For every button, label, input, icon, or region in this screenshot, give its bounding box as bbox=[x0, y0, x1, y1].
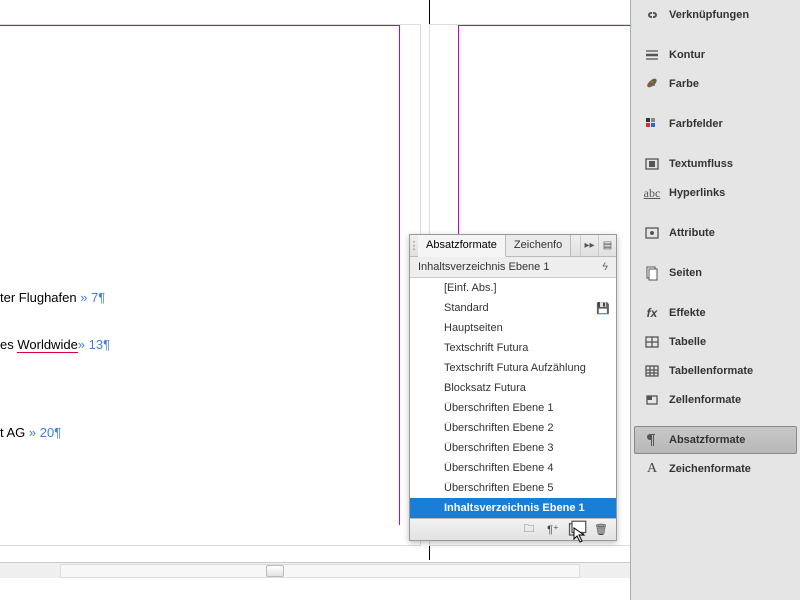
tablefmt-icon bbox=[643, 363, 661, 379]
dock-item-label: Attribute bbox=[669, 227, 715, 239]
style-label: Überschriften Ebene 3 bbox=[444, 442, 610, 454]
current-style-label: Inhaltsverzeichnis Ebene 1 bbox=[418, 261, 549, 273]
style-row[interactable]: Inhaltsverzeichnis Ebene 1 bbox=[410, 498, 616, 518]
dock-item-label: Seiten bbox=[669, 267, 702, 279]
fx-icon: fx bbox=[643, 305, 661, 321]
dock-item-links[interactable]: Verknüpfungen bbox=[634, 1, 797, 29]
style-row[interactable]: Textschrift Futura Aufzählung bbox=[410, 358, 616, 378]
color-icon bbox=[643, 76, 661, 92]
para-icon bbox=[643, 432, 661, 448]
tab-absatzformate[interactable]: Absatzformate bbox=[418, 235, 506, 257]
dock-item-swatches[interactable]: Farbfelder bbox=[634, 110, 797, 138]
current-style-row: Inhaltsverzeichnis Ebene 1 ϟ bbox=[410, 257, 616, 278]
style-row[interactable]: Standard💾 bbox=[410, 298, 616, 318]
dock-item-fx[interactable]: fx Effekte bbox=[634, 299, 797, 327]
toc-line: ter Flughafen » 7¶ bbox=[0, 290, 105, 307]
collapse-icon[interactable]: ▸▸ bbox=[580, 235, 598, 256]
dock-item-label: Effekte bbox=[669, 307, 706, 319]
style-label: Überschriften Ebene 2 bbox=[444, 422, 610, 434]
dock-item-tablefmt[interactable]: Tabellenformate bbox=[634, 357, 797, 385]
style-row[interactable]: Überschriften Ebene 3 bbox=[410, 438, 616, 458]
panel-dock: Verknüpfungen Kontur Farbe Farbfelder Textum… bbox=[630, 0, 800, 600]
page-left bbox=[0, 25, 420, 545]
dock-item-wrap[interactable]: Textumfluss bbox=[634, 150, 797, 178]
cellfmt-icon bbox=[643, 392, 661, 408]
dock-item-label: Tabellenformate bbox=[669, 365, 753, 377]
dock-item-label: Farbe bbox=[669, 78, 699, 90]
style-row[interactable]: Blocksatz Futura bbox=[410, 378, 616, 398]
dock-item-hyperlink[interactable]: abc Hyperlinks bbox=[634, 179, 797, 207]
toc-line: es Worldwide» 13¶ bbox=[0, 337, 110, 354]
style-label: Inhaltsverzeichnis Ebene 1 bbox=[444, 502, 610, 514]
dock-item-label: Zellenformate bbox=[669, 394, 741, 406]
scroll-thumb[interactable] bbox=[266, 565, 284, 577]
panel-header[interactable]: ⋮ Absatzformate Zeichenfo ▸▸ ▤ bbox=[410, 235, 616, 257]
hyperlink-icon: abc bbox=[643, 185, 661, 201]
horizontal-scrollbar[interactable] bbox=[0, 562, 630, 578]
dock-item-color[interactable]: Farbe bbox=[634, 70, 797, 98]
dock-item-attribute[interactable]: Attribute bbox=[634, 219, 797, 247]
dock-item-cellfmt[interactable]: Zellenformate bbox=[634, 386, 797, 414]
style-row[interactable]: [Einf. Abs.] bbox=[410, 278, 616, 298]
paragraph-styles-panel: ⋮ Absatzformate Zeichenfo ▸▸ ▤ Inhaltsve… bbox=[409, 234, 617, 541]
panel-menu-icon[interactable]: ▤ bbox=[598, 235, 616, 256]
dock-item-stroke[interactable]: Kontur bbox=[634, 41, 797, 69]
swatches-icon bbox=[643, 116, 661, 132]
style-row[interactable]: Überschriften Ebene 1 bbox=[410, 398, 616, 418]
attribute-icon bbox=[643, 225, 661, 241]
quick-apply-icon[interactable]: ϟ bbox=[602, 261, 608, 273]
tab-zeichenformate[interactable]: Zeichenfo bbox=[506, 235, 571, 256]
dock-item-table[interactable]: Tabelle bbox=[634, 328, 797, 356]
style-row[interactable]: Überschriften Ebene 5 bbox=[410, 478, 616, 498]
char-icon: A bbox=[643, 461, 661, 477]
dock-item-label: Farbfelder bbox=[669, 118, 723, 130]
dock-item-label: Textumfluss bbox=[669, 158, 733, 170]
style-label: [Einf. Abs.] bbox=[444, 282, 610, 294]
style-row[interactable]: Textschrift Futura bbox=[410, 338, 616, 358]
style-label: Blocksatz Futura bbox=[444, 382, 610, 394]
style-label: Überschriften Ebene 1 bbox=[444, 402, 610, 414]
clear-overrides-icon[interactable]: ¶⁺ bbox=[542, 522, 564, 538]
style-row[interactable]: Hauptseiten bbox=[410, 318, 616, 338]
new-group-icon[interactable]: 🗀 bbox=[518, 522, 540, 538]
dock-item-label: Kontur bbox=[669, 49, 705, 61]
pages-icon bbox=[643, 265, 661, 281]
style-label: Überschriften Ebene 4 bbox=[444, 462, 610, 474]
dock-item-label: Zeichenformate bbox=[669, 463, 751, 475]
new-style-icon[interactable] bbox=[566, 522, 588, 538]
dock-item-label: Verknüpfungen bbox=[669, 9, 749, 21]
delete-style-icon[interactable]: 🗑 bbox=[590, 522, 612, 538]
style-row[interactable]: Überschriften Ebene 4 bbox=[410, 458, 616, 478]
table-icon bbox=[643, 334, 661, 350]
wrap-icon bbox=[643, 156, 661, 172]
panel-footer: 🗀 ¶⁺ 🗑 bbox=[410, 518, 616, 540]
style-label: Hauptseiten bbox=[444, 322, 610, 334]
stroke-icon bbox=[643, 47, 661, 63]
dock-item-label: Tabelle bbox=[669, 336, 706, 348]
dock-item-label: Absatzformate bbox=[669, 434, 745, 446]
style-label: Standard bbox=[444, 302, 596, 314]
dock-item-para[interactable]: Absatzformate bbox=[634, 426, 797, 454]
toc-line: t AG » 20¶ bbox=[0, 425, 61, 442]
style-row[interactable]: Überschriften Ebene 2 bbox=[410, 418, 616, 438]
style-label: Überschriften Ebene 5 bbox=[444, 482, 610, 494]
disk-icon: 💾 bbox=[596, 302, 610, 315]
dock-item-label: Hyperlinks bbox=[669, 187, 725, 199]
style-label: Textschrift Futura bbox=[444, 342, 610, 354]
grip-icon[interactable]: ⋮ bbox=[410, 235, 418, 256]
dock-item-pages[interactable]: Seiten bbox=[634, 259, 797, 287]
links-icon bbox=[643, 7, 661, 23]
style-label: Textschrift Futura Aufzählung bbox=[444, 362, 610, 374]
dock-item-char[interactable]: A Zeichenformate bbox=[634, 455, 797, 483]
style-list: [Einf. Abs.] Standard💾 Hauptseiten Textschr… bbox=[410, 278, 616, 518]
